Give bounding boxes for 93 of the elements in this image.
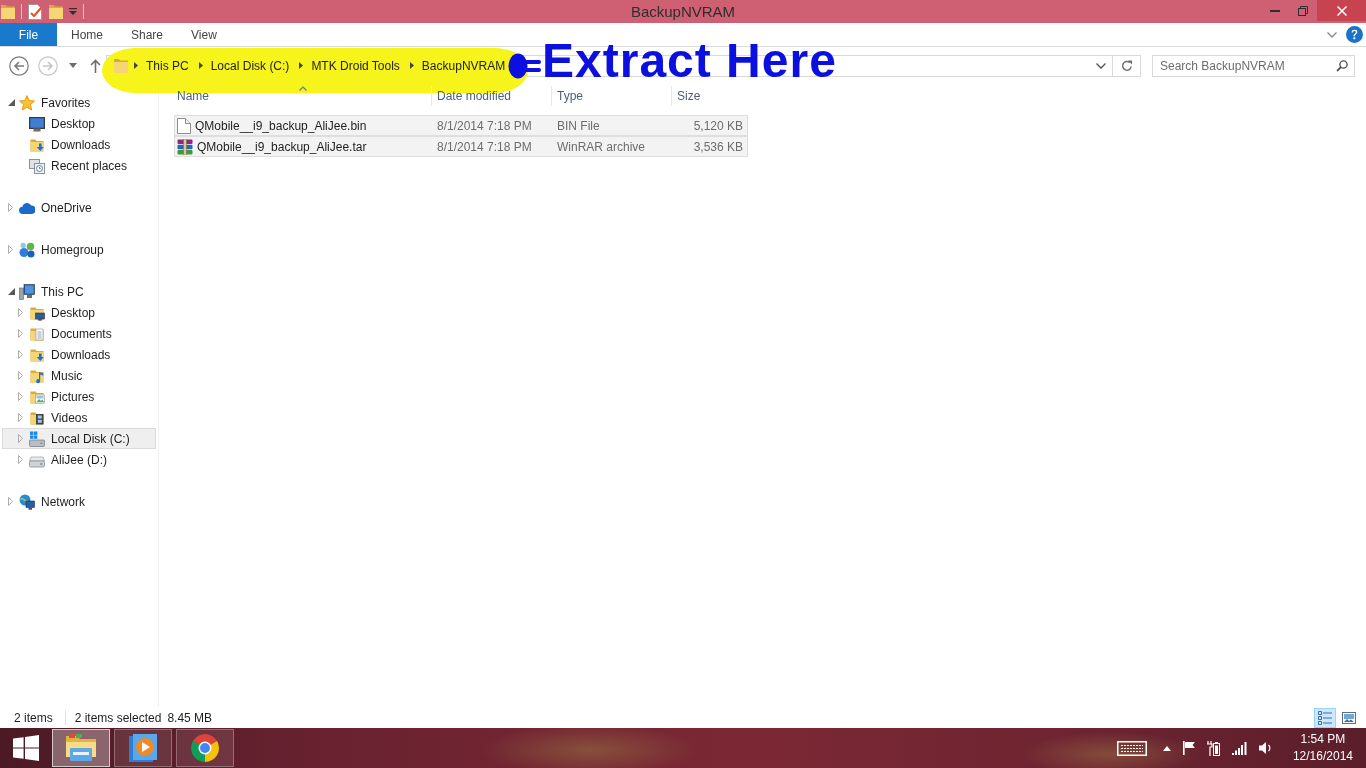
star-icon: [19, 94, 35, 111]
window-title: BackupNVRAM: [630, 3, 736, 20]
file-menu-tab[interactable]: File: [0, 23, 57, 46]
document-check-icon[interactable]: [28, 3, 43, 20]
file-name: QMobile__i9_backup_AliJee.bin: [195, 118, 367, 133]
refresh-button[interactable]: [1113, 54, 1141, 77]
monitor-icon: [29, 115, 45, 132]
column-header[interactable]: Type: [551, 86, 671, 106]
search-icon[interactable]: [1336, 59, 1348, 72]
nav-item[interactable]: Desktop: [2, 113, 156, 134]
windows-drive-icon: [29, 430, 45, 447]
help-icon[interactable]: [1346, 26, 1363, 43]
type-cell-text: BIN File: [556, 118, 601, 133]
taskbar-button[interactable]: [114, 729, 172, 767]
ribbon-tab[interactable]: View: [177, 23, 231, 46]
nav-item[interactable]: Music: [2, 365, 156, 386]
item-count: 2 items: [14, 710, 53, 725]
chevron-right-icon[interactable]: [299, 62, 304, 69]
breadcrumb[interactable]: This PC: [142, 56, 193, 75]
nav-item[interactable]: OneDrive: [2, 197, 156, 218]
archive-icon: [177, 138, 193, 155]
chevron-right-icon[interactable]: [409, 62, 414, 69]
nav-item[interactable]: Downloads: [2, 134, 156, 155]
keyboard-icon[interactable]: [1116, 740, 1147, 756]
nav-item[interactable]: Network: [2, 491, 156, 512]
back-button[interactable]: [9, 55, 29, 76]
dropdown-icon[interactable]: [69, 8, 77, 15]
ribbon-tab[interactable]: Share: [117, 23, 178, 46]
nav-item[interactable]: Recent places: [2, 155, 156, 176]
date-modified-cell-text: 8/1/2014 7:18 PM: [436, 139, 533, 154]
group-circles-icon: [19, 241, 35, 258]
nav-item[interactable]: Pictures: [2, 386, 156, 407]
chevron-right-icon[interactable]: [134, 62, 138, 69]
documents-folder-icon: [29, 325, 45, 342]
nav-item[interactable]: AliJee (D:): [2, 449, 156, 470]
chevron-down-icon[interactable]: [1327, 31, 1337, 38]
restore-icon: [1298, 5, 1308, 16]
nav-item[interactable]: Homegroup: [2, 239, 156, 260]
caret-up-icon[interactable]: [1162, 745, 1171, 751]
taskbar-button[interactable]: [52, 729, 110, 767]
clock-time[interactable]: 1:54 PM: [1300, 731, 1346, 748]
type-cell-text: WinRAR archive: [556, 139, 647, 154]
selection-count: 2 items selected: [74, 710, 162, 725]
nav-item[interactable]: Local Disk (C:): [2, 428, 156, 449]
nav-item[interactable]: Desktop: [2, 302, 156, 323]
chevron-right-icon[interactable]: [198, 62, 203, 69]
file-name: QMobile__i9_backup_AliJee.tar: [197, 139, 367, 154]
selection-size: 8.45 MB: [167, 710, 213, 725]
file-row[interactable]: QMobile__i9_backup_AliJee.bin 8/1/2014 7:18 PM BIN File 5,120 KB: [174, 115, 748, 136]
browser-logo-icon: [190, 733, 220, 763]
close-button[interactable]: [1317, 0, 1366, 21]
windows-logo-icon: [13, 735, 39, 761]
network-icon: [19, 493, 35, 510]
folder-icon[interactable]: [1, 3, 15, 20]
nav-item[interactable]: Downloads: [2, 344, 156, 365]
nav-item[interactable]: Favorites: [2, 92, 156, 113]
caret-down-icon: [69, 63, 77, 68]
file-row[interactable]: QMobile__i9_backup_AliJee.tar 8/1/2014 7:18 PM WinRAR archive 3,536 KB: [174, 136, 748, 157]
column-header[interactable]: Size: [671, 86, 747, 106]
ribbon-tab[interactable]: Home: [57, 23, 117, 46]
close-icon: [1336, 5, 1347, 16]
picture-icon: [1342, 711, 1356, 724]
signal-icon[interactable]: [1231, 741, 1247, 755]
folder-icon: [64, 733, 98, 763]
flag-icon[interactable]: [1182, 741, 1195, 755]
expanded-arrow-icon[interactable]: [8, 288, 15, 295]
play-icon: [128, 733, 158, 763]
minimize-icon: [1270, 9, 1280, 12]
arrow-left-icon: [9, 55, 29, 76]
refresh-icon: [1120, 59, 1133, 72]
window-clock-icon: [29, 157, 45, 174]
clock-date[interactable]: 12/16/2014: [1292, 748, 1353, 765]
nav-item[interactable]: Videos: [2, 407, 156, 428]
nav-item[interactable]: This PC: [2, 281, 156, 302]
document-icon: [177, 117, 191, 134]
breadcrumb[interactable]: Local Disk (C:): [206, 56, 294, 75]
taskbar-button[interactable]: [176, 729, 234, 767]
volume-icon[interactable]: [1258, 741, 1273, 755]
computer-icon: [19, 283, 35, 300]
search-field[interactable]: Search BackupNVRAM: [1152, 54, 1355, 77]
date-modified-cell-text: 8/1/2014 7:18 PM: [436, 118, 533, 133]
battery-icon[interactable]: [1206, 740, 1220, 756]
size-cell-text: 3,536 KB: [692, 139, 744, 154]
nav-item[interactable]: Documents: [2, 323, 156, 344]
size-cell-text: 5,120 KB: [692, 118, 744, 133]
folder-icon[interactable]: [49, 3, 63, 20]
chevron-down-icon[interactable]: [1096, 62, 1106, 69]
arrow-up-icon: [89, 58, 101, 73]
arrow-right-icon: [38, 55, 58, 76]
details-view-button[interactable]: [1314, 707, 1336, 728]
breadcrumb[interactable]: MTK Droid Tools: [307, 56, 404, 75]
list-icon: [1318, 710, 1332, 725]
expanded-arrow-icon[interactable]: [8, 99, 15, 106]
